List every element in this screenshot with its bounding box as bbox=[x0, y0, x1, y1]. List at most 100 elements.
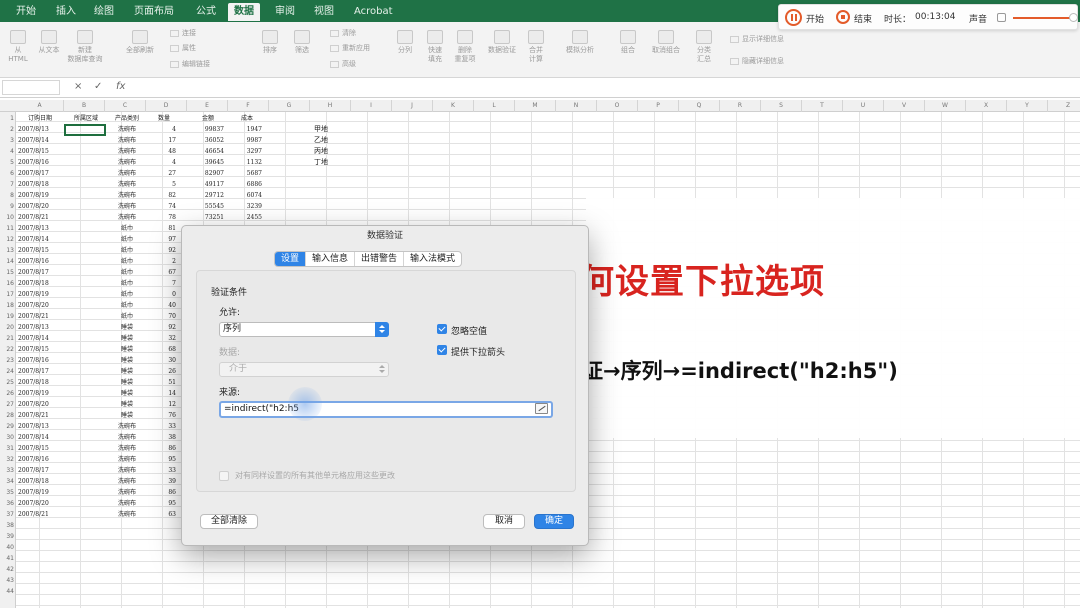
cell-h3[interactable]: 乙地 bbox=[314, 135, 328, 146]
table-cell[interactable]: 纸巾 bbox=[108, 278, 146, 289]
table-cell[interactable]: 纸巾 bbox=[108, 267, 146, 278]
row-number[interactable]: 29 bbox=[0, 421, 14, 432]
row-number[interactable]: 28 bbox=[0, 410, 14, 421]
table-cell[interactable]: 睡袋 bbox=[108, 377, 146, 388]
tab-review[interactable]: 审阅 bbox=[275, 3, 295, 21]
table-cell[interactable]: 2007/8/21 bbox=[18, 509, 49, 520]
table-cell[interactable]: 76 bbox=[152, 410, 176, 421]
row-number[interactable]: 13 bbox=[0, 245, 14, 256]
table-cell[interactable]: 2007/8/17 bbox=[18, 366, 49, 377]
table-cell[interactable]: 洗碗布 bbox=[108, 443, 146, 454]
table-cell[interactable]: 睡袋 bbox=[108, 410, 146, 421]
row-number[interactable]: 43 bbox=[0, 575, 14, 586]
table-cell[interactable]: 产品类别 bbox=[108, 113, 146, 124]
table-cell[interactable]: 78 bbox=[152, 212, 176, 223]
row-number[interactable]: 36 bbox=[0, 498, 14, 509]
table-cell[interactable]: 睡袋 bbox=[108, 344, 146, 355]
column-header[interactable]: N bbox=[556, 100, 597, 112]
row-number[interactable]: 10 bbox=[0, 212, 14, 223]
table-cell[interactable]: 86 bbox=[152, 487, 176, 498]
table-cell[interactable]: 1947 bbox=[232, 124, 262, 135]
cell-h2[interactable]: 甲地 bbox=[314, 124, 328, 135]
table-cell[interactable]: 30 bbox=[152, 355, 176, 366]
table-cell[interactable]: 2007/8/19 bbox=[18, 388, 49, 399]
column-header[interactable]: F bbox=[228, 100, 269, 112]
row-number[interactable]: 35 bbox=[0, 487, 14, 498]
properties-button[interactable]: 属性 bbox=[170, 43, 196, 53]
table-cell[interactable]: 86 bbox=[152, 443, 176, 454]
table-cell[interactable]: 49117 bbox=[192, 179, 224, 190]
table-cell[interactable]: 金额 bbox=[192, 113, 224, 124]
source-input[interactable]: =indirect("h2:h5 bbox=[219, 401, 553, 418]
row-number[interactable]: 24 bbox=[0, 366, 14, 377]
data-select[interactable]: 介于 bbox=[219, 362, 389, 377]
row-number[interactable]: 26 bbox=[0, 388, 14, 399]
row-number[interactable]: 42 bbox=[0, 564, 14, 575]
tab-formulas[interactable]: 公式 bbox=[196, 3, 216, 21]
table-cell[interactable]: 40 bbox=[152, 300, 176, 311]
column-header[interactable]: S bbox=[761, 100, 802, 112]
row-number[interactable]: 32 bbox=[0, 454, 14, 465]
table-cell[interactable]: 洗碗布 bbox=[108, 146, 146, 157]
allow-select[interactable]: 序列 bbox=[219, 322, 389, 337]
row-number[interactable]: 4 bbox=[0, 146, 14, 157]
column-header[interactable]: J bbox=[392, 100, 433, 112]
tab-input-method[interactable]: 输入法模式 bbox=[404, 252, 461, 266]
row-number[interactable]: 6 bbox=[0, 168, 14, 179]
table-cell[interactable]: 成本 bbox=[232, 113, 262, 124]
column-header[interactable]: T bbox=[802, 100, 843, 112]
column-header[interactable]: Y bbox=[1007, 100, 1048, 112]
table-cell[interactable]: 洗碗布 bbox=[108, 124, 146, 135]
column-header[interactable]: U bbox=[843, 100, 884, 112]
column-header[interactable]: K bbox=[433, 100, 474, 112]
table-cell[interactable]: 睡袋 bbox=[108, 366, 146, 377]
table-cell[interactable]: 95 bbox=[152, 454, 176, 465]
clear-filter-button[interactable]: 清除 bbox=[330, 28, 356, 38]
column-header[interactable]: L bbox=[474, 100, 515, 112]
row-number[interactable]: 44 bbox=[0, 586, 14, 597]
table-cell[interactable]: 2007/8/18 bbox=[18, 476, 49, 487]
row-number[interactable]: 33 bbox=[0, 465, 14, 476]
tab-acrobat[interactable]: Acrobat bbox=[354, 3, 393, 21]
table-cell[interactable]: 2007/8/15 bbox=[18, 344, 49, 355]
table-cell[interactable]: 2 bbox=[152, 256, 176, 267]
table-cell[interactable]: 洗碗布 bbox=[108, 509, 146, 520]
consolidate-button[interactable]: 合并 计算 bbox=[522, 30, 550, 64]
row-number[interactable]: 27 bbox=[0, 399, 14, 410]
table-cell[interactable]: 2007/8/17 bbox=[18, 267, 49, 278]
row-number[interactable]: 21 bbox=[0, 333, 14, 344]
table-cell[interactable]: 洗碗布 bbox=[108, 421, 146, 432]
table-cell[interactable]: 2007/8/13 bbox=[18, 223, 49, 234]
row-number[interactable]: 16 bbox=[0, 278, 14, 289]
table-cell[interactable]: 82907 bbox=[192, 168, 224, 179]
table-cell[interactable]: 2007/8/20 bbox=[18, 399, 49, 410]
connections-button[interactable]: 连接 bbox=[170, 28, 196, 38]
ungroup-button[interactable]: 取消组合 bbox=[646, 30, 686, 55]
from-html-button[interactable]: 从 HTML bbox=[4, 30, 32, 64]
table-cell[interactable]: 2007/8/20 bbox=[18, 498, 49, 509]
table-cell[interactable]: 39 bbox=[152, 476, 176, 487]
column-header[interactable]: Q bbox=[679, 100, 720, 112]
cancel-icon[interactable]: × bbox=[74, 81, 82, 92]
table-cell[interactable]: 2007/8/21 bbox=[18, 410, 49, 421]
row-number[interactable]: 37 bbox=[0, 509, 14, 520]
tab-home[interactable]: 开始 bbox=[16, 3, 36, 21]
group-button[interactable]: 组合 bbox=[614, 30, 642, 55]
name-box[interactable] bbox=[2, 80, 60, 95]
table-cell[interactable]: 2007/8/18 bbox=[18, 278, 49, 289]
row-number[interactable]: 31 bbox=[0, 443, 14, 454]
column-header[interactable]: C bbox=[105, 100, 146, 112]
table-cell[interactable]: 洗碗布 bbox=[108, 168, 146, 179]
table-cell[interactable]: 纸巾 bbox=[108, 300, 146, 311]
row-number[interactable]: 38 bbox=[0, 520, 14, 531]
tab-draw[interactable]: 绘图 bbox=[94, 3, 114, 21]
table-cell[interactable]: 39645 bbox=[192, 157, 224, 168]
row-number[interactable]: 30 bbox=[0, 432, 14, 443]
table-cell[interactable]: 51 bbox=[152, 377, 176, 388]
ok-button[interactable]: 确定 bbox=[534, 514, 574, 529]
tab-page-layout[interactable]: 页面布局 bbox=[134, 3, 174, 21]
edit-links-button[interactable]: 编辑链接 bbox=[170, 59, 210, 69]
row-number[interactable]: 5 bbox=[0, 157, 14, 168]
tab-insert[interactable]: 插入 bbox=[56, 3, 76, 21]
row-number[interactable]: 20 bbox=[0, 322, 14, 333]
